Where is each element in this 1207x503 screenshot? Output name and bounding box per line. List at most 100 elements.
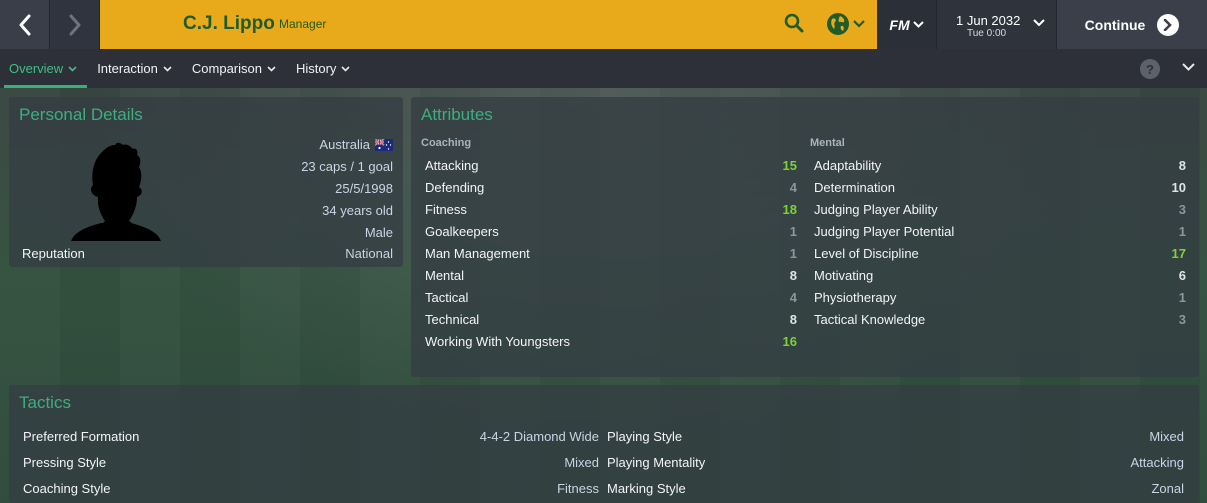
tab-interaction[interactable]: Interaction: [87, 49, 182, 88]
tactic-pressing-style: Pressing Style Mixed: [23, 455, 599, 470]
fm-logo: FM: [889, 16, 910, 33]
attribute-row-judging-player-ability[interactable]: Judging Player Ability 3: [811, 198, 1186, 220]
attribute-value: 18: [782, 201, 797, 217]
attribute-row-defending[interactable]: Defending 4: [422, 176, 797, 198]
tactics-row: Preferred Formation 4-4-2 Diamond Wide Pla…: [23, 423, 1189, 449]
tactic-label: Coaching Style: [23, 480, 111, 496]
attribute-value: 6: [1178, 267, 1186, 283]
attribute-value: 16: [782, 333, 797, 349]
attribute-name: Tactical: [425, 289, 469, 305]
tactic-value[interactable]: Mixed: [1149, 429, 1184, 444]
attribute-row-tactical[interactable]: Tactical 4: [422, 286, 797, 308]
tactics-row: Coaching Style Fitness Marking Style Zonal: [23, 475, 1189, 501]
attribute-value: 15: [782, 157, 797, 173]
attribute-row-adaptability[interactable]: Adaptability 8: [811, 154, 1186, 176]
date-of-birth: 25/5/1998: [335, 181, 393, 196]
date-display[interactable]: 1 Jun 2032 Tue 0:00: [937, 0, 1057, 49]
nationality-text: Australia: [319, 137, 370, 152]
continue-label: Continue: [1084, 16, 1146, 33]
title-area: C.J. Lippo Manager: [100, 0, 877, 49]
tactic-label: Marking Style: [607, 480, 686, 496]
tab-overview[interactable]: Overview: [0, 49, 88, 88]
tab-label: Comparison: [191, 61, 262, 76]
world-menu[interactable]: [826, 12, 865, 36]
tab-label: Overview: [9, 61, 64, 76]
attribute-value: 4: [789, 289, 797, 305]
page-title: C.J. Lippo: [183, 13, 275, 34]
tab-history[interactable]: History: [286, 49, 360, 88]
caps-goals[interactable]: 23 caps / 1 goal: [301, 159, 393, 174]
sub-navigation: Overview Interaction Comparison History …: [0, 49, 1207, 88]
attribute-row-attacking[interactable]: Attacking 15: [422, 154, 797, 176]
search-icon[interactable]: [784, 13, 804, 33]
help-icon[interactable]: ?: [1140, 59, 1160, 79]
panel-title: Attributes: [421, 105, 493, 124]
tab-comparison[interactable]: Comparison: [182, 49, 286, 88]
attribute-row-tactical-knowledge[interactable]: Tactical Knowledge 3: [811, 308, 1186, 330]
coaching-attribute-list: Attacking 15 Defending 4 Fitness 18 Goalkeeper…: [422, 154, 797, 352]
attribute-value: 1: [789, 245, 797, 261]
attribute-row-man-management[interactable]: Man Management 1: [422, 242, 797, 264]
attribute-value: 1: [1178, 223, 1186, 239]
attribute-row-motivating[interactable]: Motivating 6: [811, 264, 1186, 286]
chevron-right-icon: [69, 14, 80, 35]
reputation-value: National: [345, 246, 393, 261]
attribute-name: Judging Player Ability: [814, 201, 938, 217]
nationality: Australia: [319, 137, 393, 152]
tactic-label: Playing Mentality: [607, 454, 706, 470]
tactic-value[interactable]: Mixed: [564, 455, 599, 470]
tab-label: Interaction: [97, 61, 158, 76]
tactic-coaching-style: Coaching Style Fitness: [23, 481, 599, 496]
attribute-value: 4: [789, 179, 797, 195]
attribute-name: Judging Player Potential: [814, 223, 955, 239]
chevron-left-icon: [19, 14, 30, 35]
arrow-right-icon: [1157, 13, 1180, 36]
attribute-name: Technical: [425, 311, 480, 327]
attribute-row-level-of-discipline[interactable]: Level of Discipline 17: [811, 242, 1186, 264]
attribute-row-working-with-youngsters[interactable]: Working With Youngsters 16: [422, 330, 797, 352]
attribute-row-technical[interactable]: Technical 8: [422, 308, 797, 330]
attribute-row-physiotherapy[interactable]: Physiotherapy 1: [811, 286, 1186, 308]
age: 34 years old: [322, 203, 393, 218]
attribute-value: 1: [1178, 289, 1186, 305]
coaching-section-label: Coaching: [421, 137, 472, 149]
attribute-name: Motivating: [814, 267, 874, 283]
fm-menu-button[interactable]: FM: [877, 0, 937, 49]
attribute-name: Attacking: [425, 157, 479, 173]
attribute-value: 3: [1178, 201, 1186, 217]
back-button[interactable]: [0, 0, 50, 49]
attribute-value: 1: [789, 223, 797, 239]
attribute-name: Level of Discipline: [814, 245, 919, 261]
attribute-row-judging-player-potential[interactable]: Judging Player Potential 1: [811, 220, 1186, 242]
tactic-label: Playing Style: [607, 428, 683, 444]
australia-flag-icon: [375, 138, 393, 151]
tactics-panel: Tactics Preferred Formation 4-4-2 Diamond…: [9, 385, 1199, 503]
attribute-row-goalkeepers[interactable]: Goalkeepers 1: [422, 220, 797, 242]
tactic-value[interactable]: Zonal: [1151, 481, 1184, 496]
attribute-name: Determination: [814, 179, 895, 195]
panel-title: Tactics: [19, 393, 71, 412]
reputation-label: Reputation: [22, 246, 85, 261]
attribute-value: 8: [1178, 157, 1186, 173]
attribute-name: Defending: [425, 179, 485, 195]
attribute-name: Fitness: [425, 201, 467, 217]
attribute-row-determination[interactable]: Determination 10: [811, 176, 1186, 198]
tactic-playing-style: Playing Style Mixed: [607, 429, 1184, 444]
forward-button[interactable]: [50, 0, 100, 49]
tactic-label: Pressing Style: [23, 454, 107, 470]
tactic-value[interactable]: Attacking: [1131, 455, 1184, 470]
attribute-value: 8: [789, 311, 797, 327]
chevron-down-icon[interactable]: [1182, 63, 1195, 72]
attribute-name: Working With Youngsters: [425, 333, 570, 349]
attribute-row-mental[interactable]: Mental 8: [422, 264, 797, 286]
attribute-row-fitness[interactable]: Fitness 18: [422, 198, 797, 220]
continue-button[interactable]: Continue: [1057, 0, 1207, 49]
chevron-down-icon: [912, 21, 924, 28]
attribute-name: Mental: [425, 267, 465, 283]
attribute-value: 3: [1178, 311, 1186, 327]
tactic-value[interactable]: Fitness: [557, 481, 599, 496]
gender: Male: [364, 225, 393, 240]
attribute-name: Tactical Knowledge: [814, 311, 926, 327]
tactic-marking-style: Marking Style Zonal: [607, 481, 1184, 496]
tactic-value[interactable]: 4-4-2 Diamond Wide: [480, 429, 599, 444]
